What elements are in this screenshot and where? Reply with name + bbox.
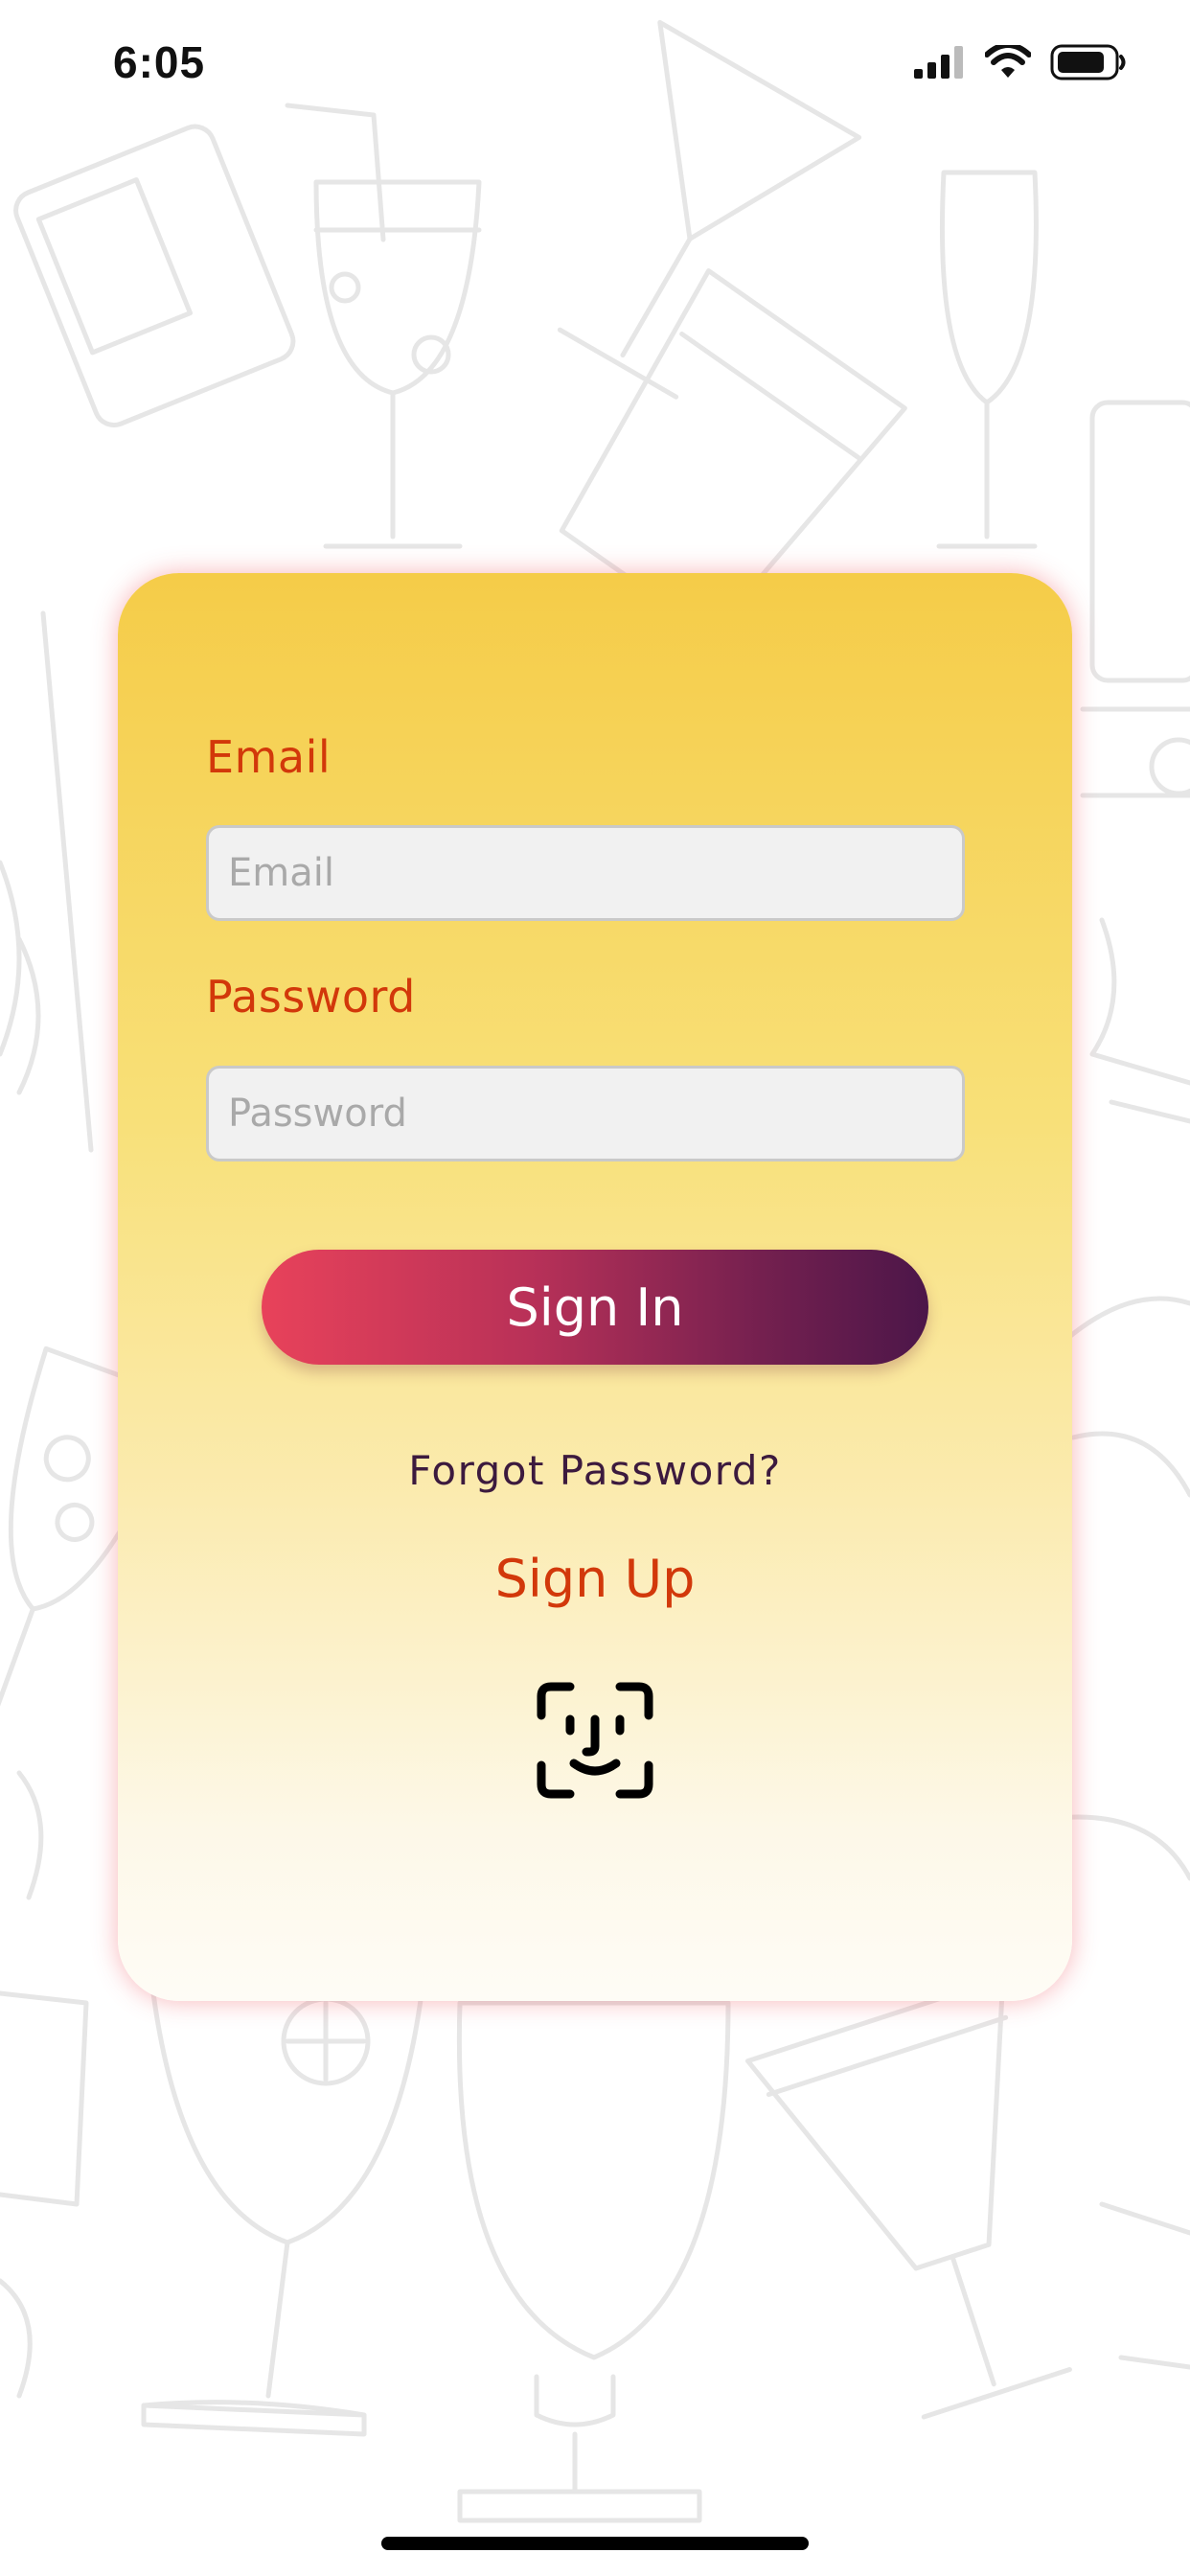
email-label: Email — [206, 731, 332, 783]
status-time: 6:05 — [113, 37, 206, 87]
face-id-icon — [537, 1682, 653, 1799]
wifi-icon — [984, 42, 1032, 80]
battery-icon — [1050, 44, 1127, 80]
face-id-button[interactable] — [536, 1681, 654, 1800]
email-input[interactable] — [206, 825, 965, 921]
login-card: Email Password Sign In Forgot Password? … — [118, 573, 1072, 2001]
password-label: Password — [206, 971, 416, 1023]
cellular-signal-icon — [914, 46, 966, 79]
password-input[interactable] — [206, 1066, 965, 1162]
home-indicator — [381, 2537, 809, 2550]
sign-up-link[interactable]: Sign Up — [118, 1549, 1072, 1609]
status-bar: 6:05 — [0, 0, 1190, 134]
sign-in-button[interactable]: Sign In — [262, 1250, 928, 1365]
status-icons — [914, 42, 1127, 80]
forgot-password-link[interactable]: Forgot Password? — [118, 1447, 1072, 1494]
